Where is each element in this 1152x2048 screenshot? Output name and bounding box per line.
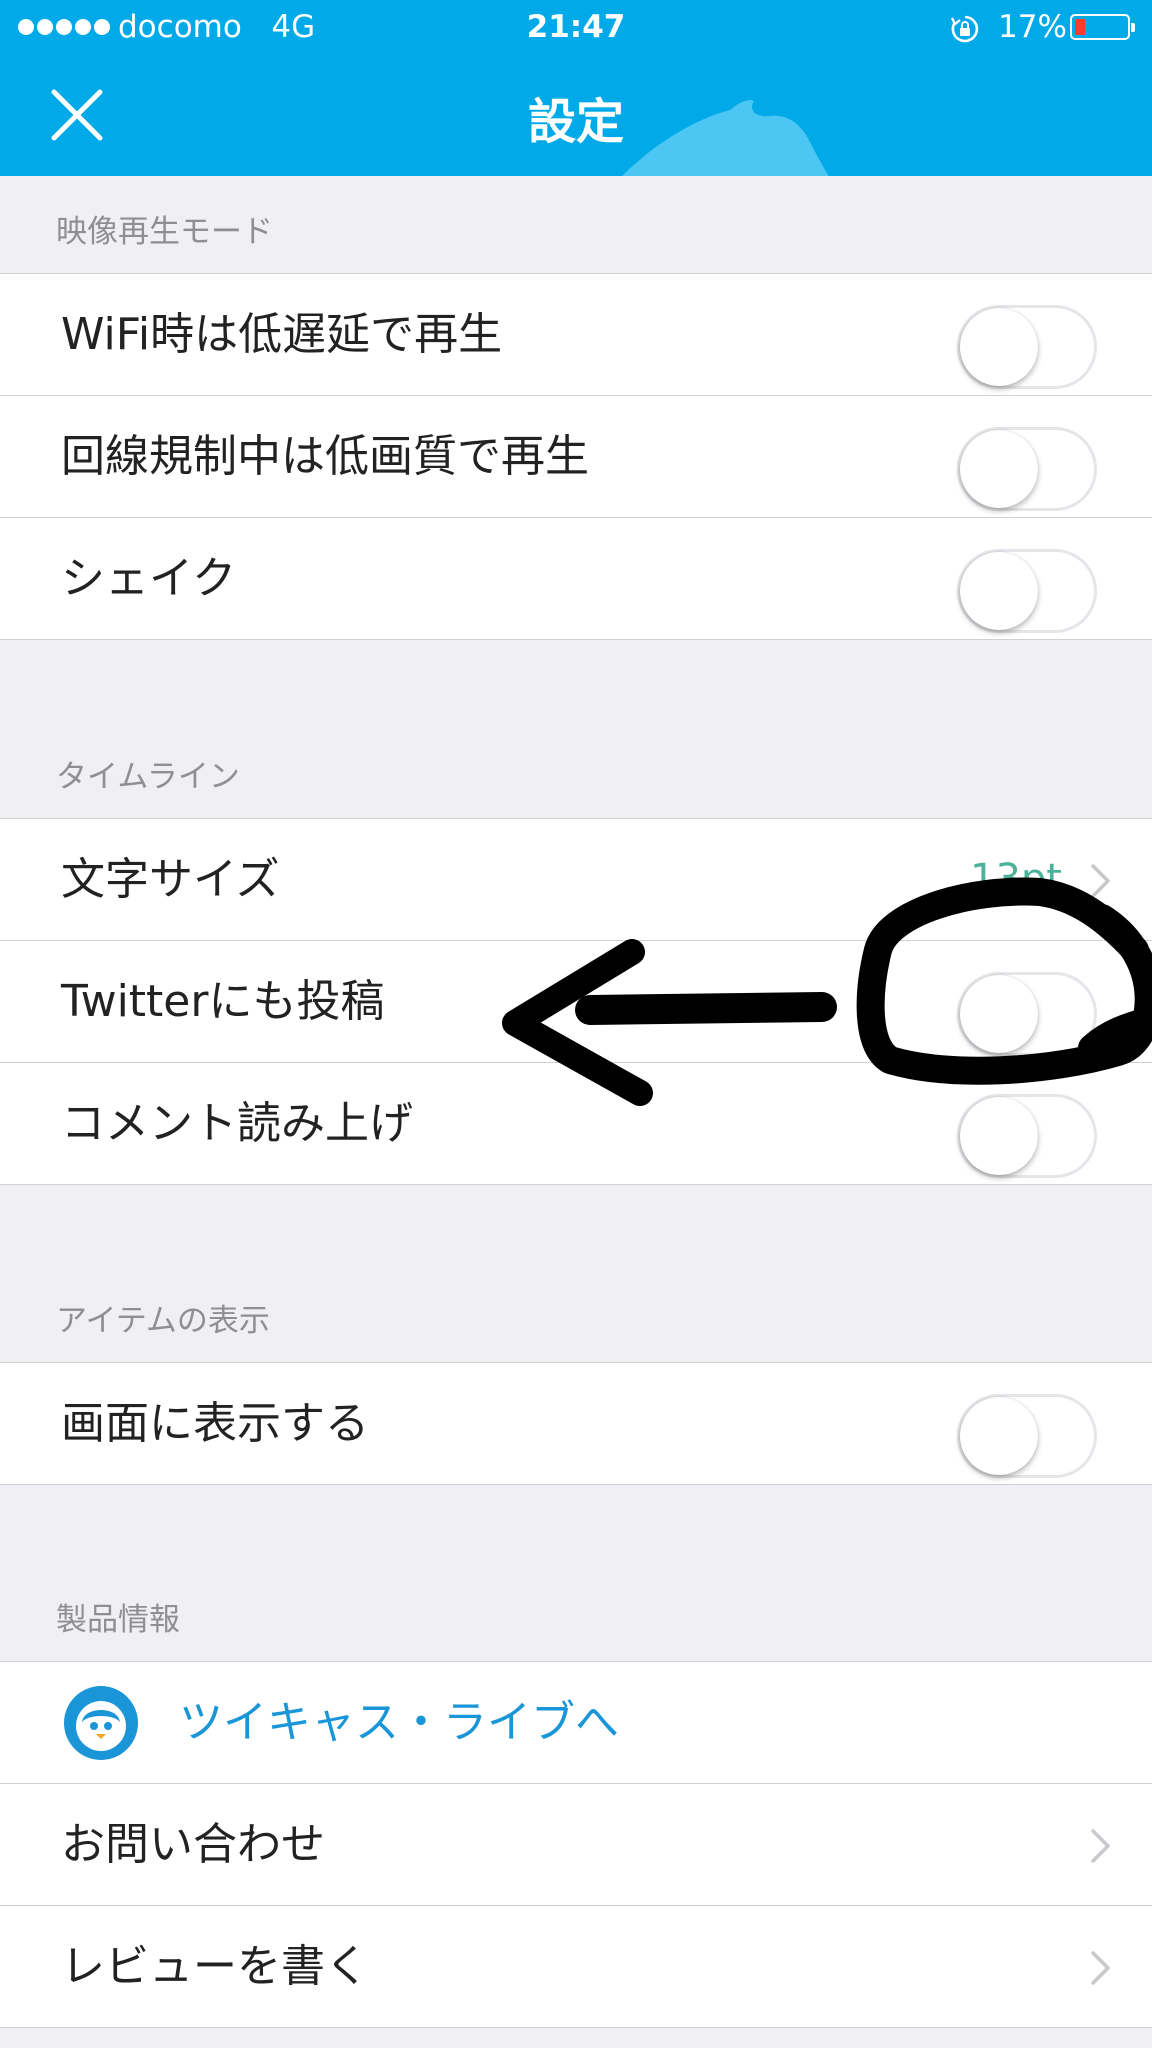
setting-row-low-quality-throttled: 回線規制中は低画質で再生 bbox=[0, 395, 1152, 517]
contact-row[interactable]: お問い合わせ bbox=[0, 1783, 1152, 1905]
post-twitter-toggle[interactable] bbox=[957, 972, 1097, 1056]
chevron-right-icon bbox=[1091, 864, 1110, 898]
page-title: 設定 bbox=[527, 94, 624, 150]
setting-row-shake: シェイク bbox=[0, 517, 1152, 640]
show-items-toggle[interactable] bbox=[957, 1394, 1097, 1478]
setting-row-show-items: 画面に表示する bbox=[0, 1362, 1152, 1485]
write-review-row[interactable]: レビューを書く bbox=[0, 1905, 1152, 2028]
comment-readout-toggle[interactable] bbox=[957, 1094, 1097, 1178]
setting-label: コメント読み上げ bbox=[61, 1098, 413, 1149]
setting-label: シェイク bbox=[61, 553, 237, 604]
low-latency-wifi-toggle[interactable] bbox=[957, 305, 1097, 389]
status-bar: docomo 4G 21:47 17% bbox=[0, 0, 1152, 56]
rotation-lock-icon bbox=[950, 15, 979, 43]
twitcasting-live-app-icon bbox=[64, 1686, 138, 1760]
battery-percent: 17% bbox=[998, 9, 1067, 45]
nav-header: docomo 4G 21:47 17% 設定 bbox=[0, 0, 1152, 176]
twitcasting-live-link[interactable]: ツイキャス・ライブへ bbox=[179, 1662, 619, 1783]
section-header-product: 製品情報 bbox=[0, 1485, 1152, 1661]
section-header-items: アイテムの表示 bbox=[0, 1185, 1152, 1362]
setting-label: Twitterにも投稿 bbox=[61, 976, 385, 1027]
setting-label: お問い合わせ bbox=[61, 1819, 325, 1870]
section-header-video: 映像再生モード bbox=[0, 176, 1152, 273]
setting-row-post-twitter: Twitterにも投稿 bbox=[0, 940, 1152, 1062]
section-header-timeline: タイムライン bbox=[0, 640, 1152, 818]
low-quality-throttled-toggle[interactable] bbox=[957, 427, 1097, 511]
setting-label: レビューを書く bbox=[61, 1941, 369, 1992]
chevron-right-icon bbox=[1091, 1829, 1110, 1863]
setting-row-low-latency-wifi: WiFi時は低遅延で再生 bbox=[0, 273, 1152, 395]
twitcasting-live-link-row[interactable]: ツイキャス・ライブへ bbox=[0, 1661, 1152, 1783]
section-title: アイテムの表示 bbox=[56, 1303, 270, 1339]
setting-row-font-size[interactable]: 文字サイズ 13pt bbox=[0, 818, 1152, 940]
font-size-value: 13pt bbox=[970, 856, 1062, 902]
section-title: 映像再生モード bbox=[56, 214, 273, 250]
setting-label: 画面に表示する bbox=[61, 1398, 369, 1449]
setting-label: 回線規制中は低画質で再生 bbox=[61, 431, 589, 482]
section-title: タイムライン bbox=[56, 759, 240, 795]
section-title: 製品情報 bbox=[56, 1602, 180, 1638]
setting-label: WiFi時は低遅延で再生 bbox=[61, 309, 503, 360]
setting-row-comment-readout: コメント読み上げ bbox=[0, 1062, 1152, 1185]
setting-label: 文字サイズ bbox=[61, 854, 280, 905]
battery-icon bbox=[1070, 14, 1135, 40]
chevron-right-icon bbox=[1091, 1951, 1110, 1985]
shake-toggle[interactable] bbox=[957, 549, 1097, 633]
